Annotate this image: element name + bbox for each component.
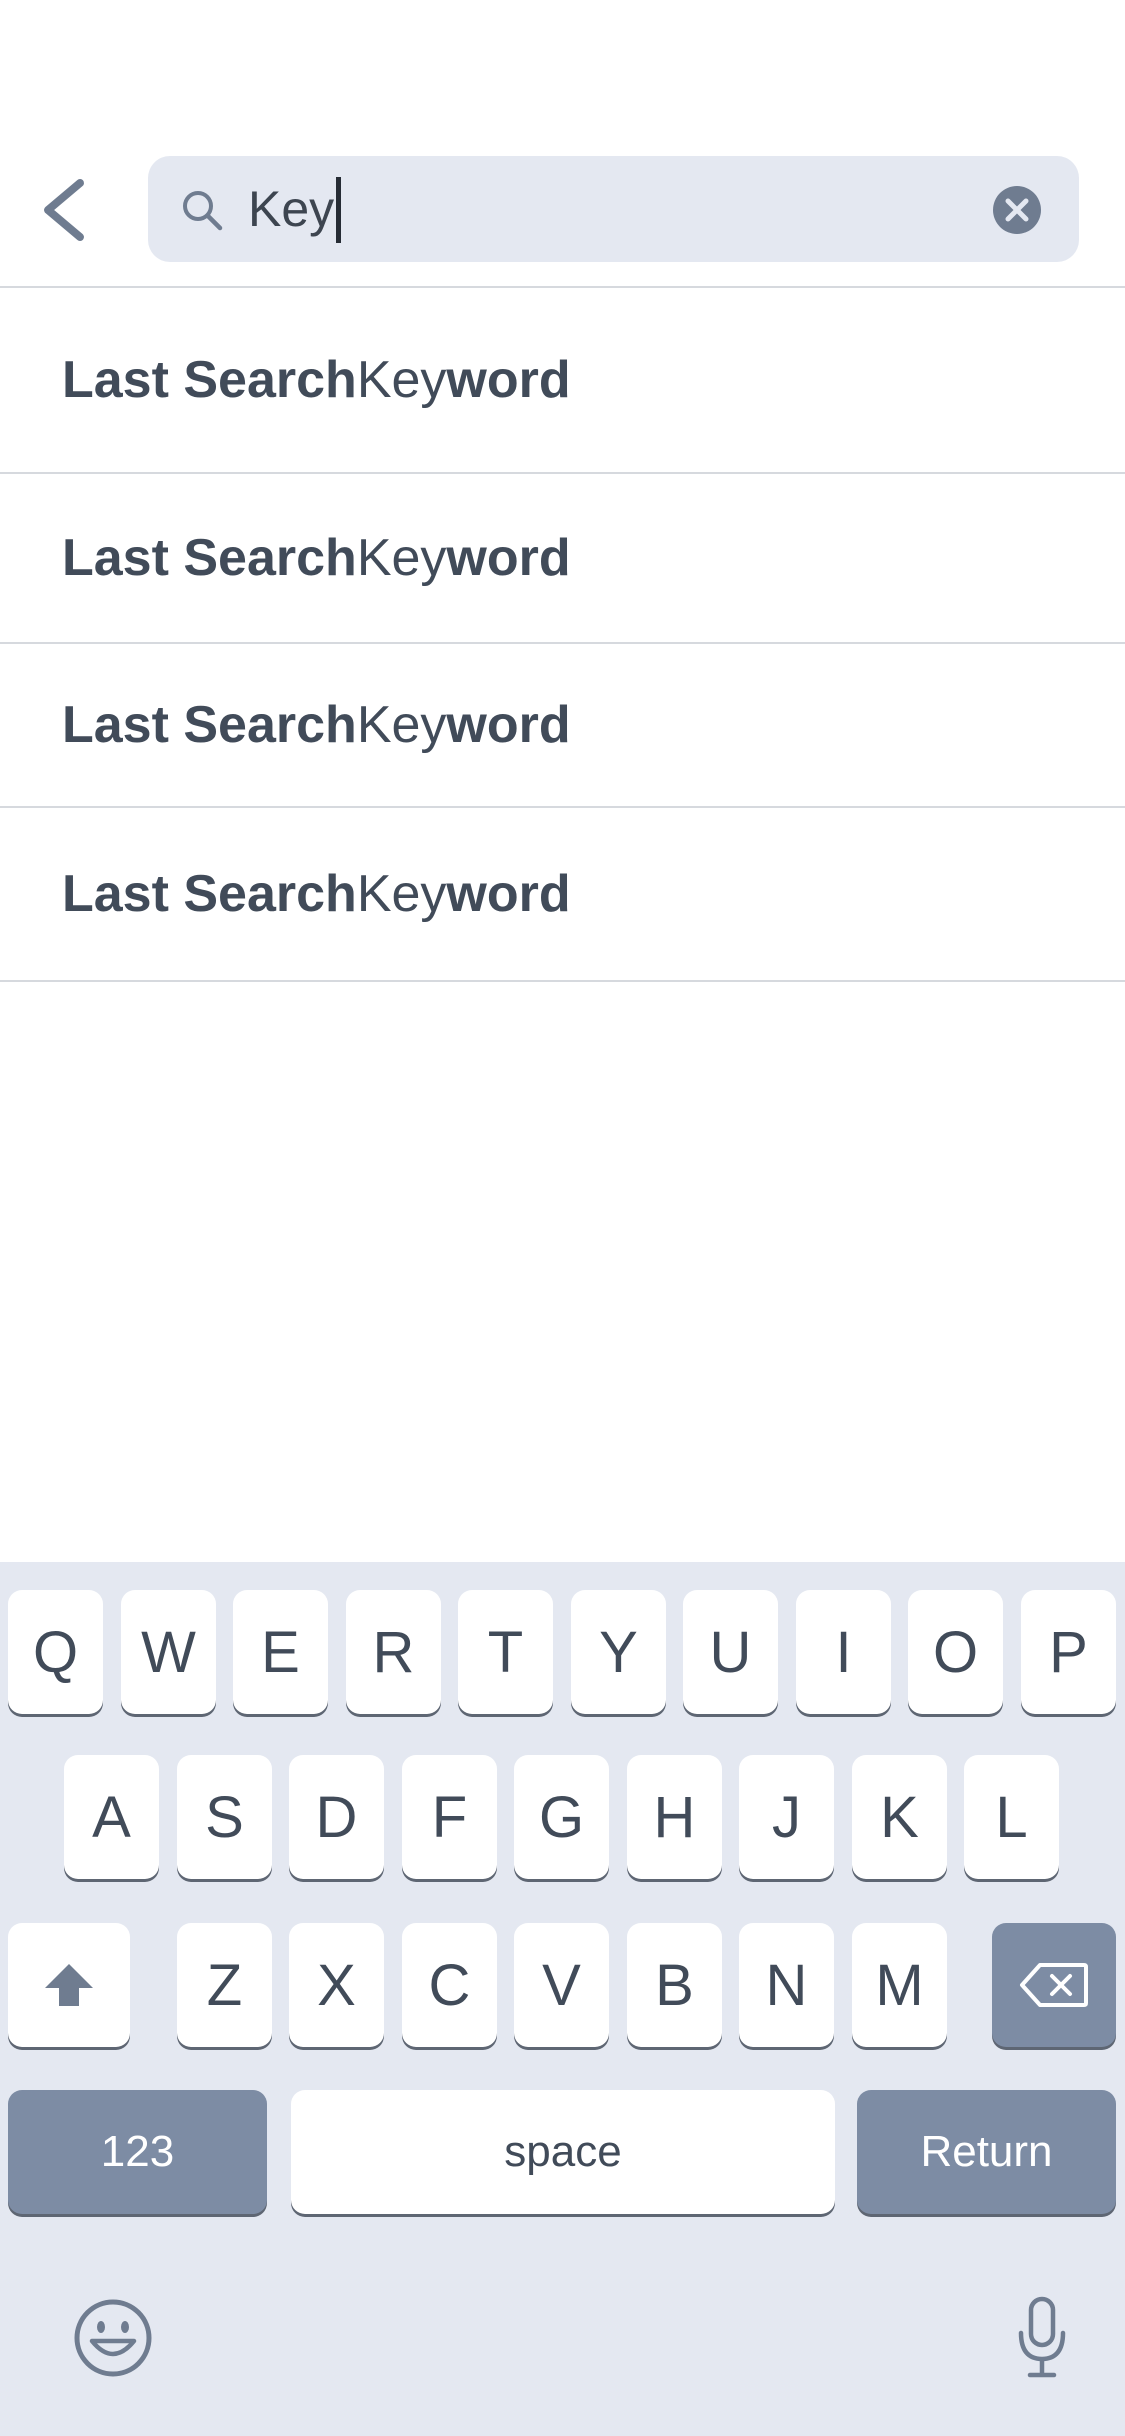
backspace-key[interactable] bbox=[992, 1923, 1116, 2047]
key-f[interactable]: F bbox=[402, 1755, 497, 1879]
key-v[interactable]: V bbox=[514, 1923, 609, 2047]
search-icon bbox=[178, 186, 226, 234]
key-g[interactable]: G bbox=[514, 1755, 609, 1879]
key-b[interactable]: B bbox=[627, 1923, 722, 2047]
key-k[interactable]: K bbox=[852, 1755, 947, 1879]
clear-search-button[interactable] bbox=[991, 184, 1043, 236]
key-r[interactable]: R bbox=[346, 1590, 441, 1714]
microphone-button[interactable] bbox=[1016, 2295, 1068, 2381]
return-key[interactable]: Return bbox=[857, 2090, 1116, 2214]
search-input[interactable]: Key bbox=[248, 172, 948, 246]
search-header: Key bbox=[0, 0, 1125, 288]
key-i[interactable]: I bbox=[796, 1590, 891, 1714]
emoji-button[interactable] bbox=[72, 2297, 154, 2379]
key-l[interactable]: L bbox=[964, 1755, 1059, 1879]
chevron-left-icon bbox=[44, 179, 84, 241]
key-j[interactable]: J bbox=[739, 1755, 834, 1879]
text-caret bbox=[336, 176, 342, 243]
key-u[interactable]: U bbox=[683, 1590, 778, 1714]
microphone-icon bbox=[1018, 2296, 1066, 2378]
key-q[interactable]: Q bbox=[8, 1590, 103, 1714]
suggestion-item[interactable]: Last SearchKeyword bbox=[0, 474, 1125, 644]
key-x[interactable]: X bbox=[289, 1923, 384, 2047]
search-suggestions-list: Last SearchKeyword Last SearchKeyword La… bbox=[0, 288, 1125, 982]
numbers-key[interactable]: 123 bbox=[8, 2090, 267, 2214]
key-n[interactable]: N bbox=[739, 1923, 834, 2047]
shift-icon bbox=[45, 1964, 93, 2006]
clear-circle-icon bbox=[993, 186, 1041, 234]
key-w[interactable]: W bbox=[121, 1590, 216, 1714]
suggestion-text: Last SearchKeyword bbox=[62, 865, 571, 923]
key-z[interactable]: Z bbox=[177, 1923, 272, 2047]
suggestion-text: Last SearchKeyword bbox=[62, 696, 571, 754]
key-s[interactable]: S bbox=[177, 1755, 272, 1879]
onscreen-keyboard: Q W E R T Y U I O P A S D F G H J K L Z … bbox=[0, 1562, 1125, 2436]
shift-key[interactable] bbox=[8, 1923, 130, 2047]
space-key[interactable]: space bbox=[291, 2090, 835, 2214]
suggestion-item[interactable]: Last SearchKeyword bbox=[0, 808, 1125, 982]
search-input-value: Key bbox=[248, 181, 335, 237]
back-button[interactable] bbox=[30, 165, 100, 255]
key-m[interactable]: M bbox=[852, 1923, 947, 2047]
key-p[interactable]: P bbox=[1021, 1590, 1116, 1714]
suggestion-text: Last SearchKeyword bbox=[62, 529, 571, 587]
key-d[interactable]: D bbox=[289, 1755, 384, 1879]
key-h[interactable]: H bbox=[627, 1755, 722, 1879]
backspace-icon bbox=[1020, 1963, 1088, 2007]
key-o[interactable]: O bbox=[908, 1590, 1003, 1714]
key-e[interactable]: E bbox=[233, 1590, 328, 1714]
key-t[interactable]: T bbox=[458, 1590, 553, 1714]
suggestion-item[interactable]: Last SearchKeyword bbox=[0, 288, 1125, 474]
key-y[interactable]: Y bbox=[571, 1590, 666, 1714]
suggestion-text: Last SearchKeyword bbox=[62, 351, 571, 409]
search-bar[interactable]: Key bbox=[148, 156, 1079, 262]
suggestion-item[interactable]: Last SearchKeyword bbox=[0, 644, 1125, 808]
key-c[interactable]: C bbox=[402, 1923, 497, 2047]
key-a[interactable]: A bbox=[64, 1755, 159, 1879]
emoji-icon bbox=[74, 2299, 152, 2377]
